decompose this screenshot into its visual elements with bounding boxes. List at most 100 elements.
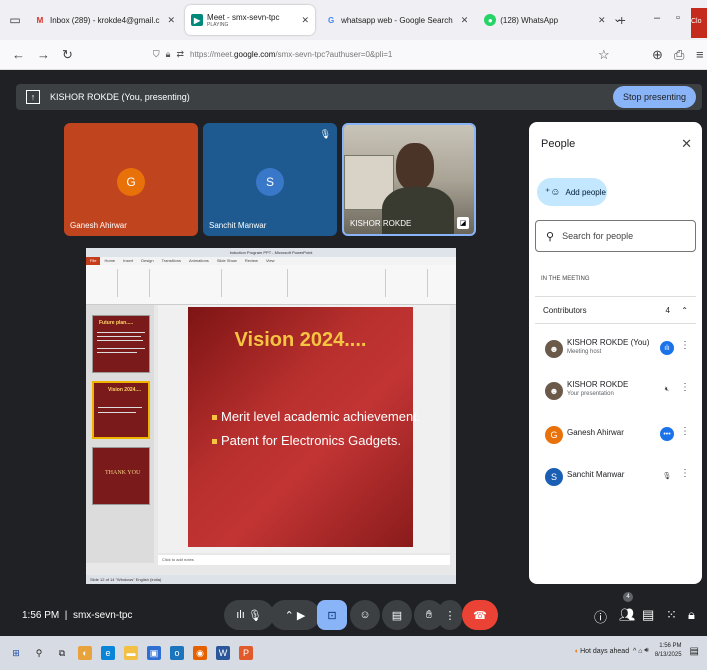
participant-tile-self[interactable]: KISHOR ROKDE ◪ — [342, 123, 476, 236]
file-explorer-icon[interactable]: ▬ — [124, 646, 138, 660]
stop-presenting-button[interactable]: Stop presenting — [612, 86, 696, 108]
emoji-icon: ☺ — [359, 609, 371, 621]
ppt-menu-item[interactable]: Insert — [123, 257, 133, 265]
minimize-icon[interactable]: – — [654, 12, 660, 24]
more-options-icon[interactable]: ⋮ — [680, 382, 690, 393]
participant-row[interactable]: ☻ KISHOR ROKDE (You) Meeting host ılı ⋮ — [535, 336, 696, 366]
weather-text[interactable]: Hot days ahead — [580, 648, 629, 655]
ppt-menu-item[interactable]: Transitions — [162, 257, 181, 265]
extensions-icon[interactable]: ⎙ — [674, 47, 684, 63]
add-people-label: Add people — [565, 187, 606, 197]
participant-row[interactable]: S Sanchit Manwar 🎙︎ ⋮ — [535, 464, 696, 494]
ppt-menu-item[interactable]: Animations — [189, 257, 209, 265]
store-icon[interactable]: ▣ — [147, 646, 161, 660]
firefox-icon[interactable]: ◉ — [193, 646, 207, 660]
contributors-label: Contributors — [543, 305, 587, 315]
captions-button[interactable]: ▤ — [382, 600, 412, 630]
start-icon[interactable]: ⊞ — [9, 646, 23, 660]
outlook-icon[interactable]: o — [170, 646, 184, 660]
ppt-menu-item[interactable]: Design — [141, 257, 153, 265]
ppt-menu-item[interactable]: Home — [104, 257, 115, 265]
thumb-line — [97, 332, 145, 333]
ribbon-group-paragraph — [224, 269, 288, 297]
present-screen-button[interactable]: ⊡ — [317, 600, 347, 630]
info-icon[interactable]: ⓘ — [594, 607, 607, 626]
slide-thumbnails: Future plan..... Vision 2024.... THANK Y… — [86, 305, 154, 563]
participant-name: Sanchit Manwar — [567, 470, 625, 479]
slide-thumbnail-selected[interactable]: Vision 2024.... — [92, 381, 150, 439]
more-options-icon[interactable]: ⋮ — [680, 468, 690, 479]
participant-tile[interactable]: G Ganesh Ahirwar — [64, 123, 198, 236]
contributors-group[interactable]: Contributors 4 ⌃ — [535, 296, 696, 324]
close-window-button[interactable]: Clo — [691, 8, 707, 38]
volume-icon[interactable]: 🔊︎ — [644, 647, 648, 655]
slide-notes[interactable]: Click to add notes — [158, 555, 450, 565]
close-tab-icon[interactable]: ✕ — [598, 15, 606, 26]
url-path: /smx-sevn-tpc?authuser=0&pli=1 — [275, 50, 393, 59]
powerpoint-icon[interactable]: P — [239, 646, 253, 660]
tab-dropdown-icon[interactable]: ⌄ — [613, 12, 622, 25]
gmail-icon: M — [36, 15, 44, 25]
leave-call-button[interactable]: ☎︎ — [462, 600, 498, 630]
avatar: G — [545, 426, 563, 444]
contributors-count: 4 — [665, 305, 670, 315]
pin-icon[interactable]: ◪ — [457, 217, 469, 229]
slide-bullet: Patent for Electronics Gadgets. — [212, 433, 401, 448]
people-icon[interactable]: 👥︎ — [619, 607, 636, 623]
ppt-menu-item[interactable]: Slide Show — [217, 257, 237, 265]
tab-gmail[interactable]: M Inbox (289) - krokde4@gmail.c ✕ — [28, 5, 181, 35]
host-controls-icon[interactable]: 🔒︎ — [688, 607, 695, 623]
close-icon[interactable]: ✕ — [681, 136, 692, 152]
tab-meet[interactable]: ▶ Meet - smx-sevn-tpc PLAYING ✕ — [185, 5, 316, 35]
ppt-menu-item[interactable]: File — [86, 257, 101, 265]
close-tab-icon[interactable]: ✕ — [461, 15, 469, 26]
participant-name: Ganesh Ahirwar — [70, 221, 127, 230]
activities-icon[interactable]: ⁙ — [666, 607, 677, 623]
muted-icon: 🔇︎ — [664, 386, 670, 393]
participant-tile[interactable]: 🎙︎ S Sanchit Manwar — [203, 123, 337, 236]
notifications-icon[interactable]: ▤ — [690, 646, 699, 657]
microphone-button[interactable]: ılı 🎙︎ — [224, 600, 274, 630]
bookmark-star-icon[interactable]: ☆ — [598, 47, 610, 63]
more-options-button[interactable]: ⋮ — [438, 600, 462, 630]
ppt-menu-item[interactable]: View — [266, 257, 275, 265]
reload-icon[interactable]: ↻ — [62, 47, 73, 63]
account-icon[interactable]: ⊕ — [652, 47, 663, 63]
close-tab-icon[interactable]: ✕ — [168, 15, 176, 26]
more-options-icon[interactable]: ⋮ — [680, 340, 690, 351]
tab-google-search[interactable]: G whatsapp web - Google Search ✕ — [319, 5, 474, 35]
word-icon[interactable]: W — [216, 646, 230, 660]
tab-list-icon[interactable]: ▭ — [6, 11, 24, 29]
forward-icon[interactable]: → — [37, 47, 50, 62]
slide-thumbnail[interactable]: THANK YOU — [92, 447, 150, 505]
camera-button[interactable]: ⌃ ▶ — [270, 600, 320, 630]
ppt-menu-item[interactable]: Review — [245, 257, 258, 265]
avatar: S — [256, 168, 284, 196]
more-dots-status-icon: ••• — [660, 427, 674, 441]
presenting-bar: ↑ KISHOR ROKDE (You, presenting) Stop pr… — [16, 84, 702, 110]
task-view-icon[interactable]: ⧉ — [55, 646, 69, 660]
slide-thumbnail[interactable]: Future plan..... — [92, 315, 150, 373]
edge-icon[interactable]: e — [101, 646, 115, 660]
participant-row[interactable]: ☻ KISHOR ROKDE Your presentation 🔇︎ ⋮ — [535, 378, 696, 408]
close-tab-icon[interactable]: ✕ — [302, 15, 310, 26]
search-icon[interactable]: ⚲ — [32, 646, 46, 660]
emoji-button[interactable]: ☺ — [350, 600, 380, 630]
thumb-line — [98, 412, 136, 413]
back-icon[interactable]: ← — [12, 47, 25, 62]
menu-icon[interactable]: ≡ — [696, 47, 704, 62]
clock[interactable]: 1:56 PM 8/13/2025 — [655, 642, 682, 660]
meeting-info: 1:56 PM | smx-sevn-tpc — [22, 610, 132, 621]
add-people-button[interactable]: ⁺☺ Add people — [537, 178, 607, 206]
url-field[interactable]: ⛉ 🔒︎ ⇄ https://meet. google.com/smx-sevn-… — [153, 49, 392, 60]
tab-whatsapp[interactable]: ● (128) WhatsApp ✕ — [478, 5, 611, 35]
current-slide[interactable]: Vision 2024.... Merit level academic ach… — [188, 307, 420, 547]
participant-row[interactable]: G Ganesh Ahirwar ••• ⋮ — [535, 422, 696, 452]
app-icon[interactable]: ◐ — [78, 646, 92, 660]
more-options-icon[interactable]: ⋮ — [680, 426, 690, 437]
search-input[interactable]: ⚲ Search for people — [535, 220, 696, 252]
tray-chevron-icon[interactable]: ^ — [629, 648, 638, 655]
person-head — [396, 143, 434, 191]
chat-icon[interactable]: ▤ — [642, 607, 654, 623]
restore-icon[interactable]: ▫ — [676, 12, 680, 24]
